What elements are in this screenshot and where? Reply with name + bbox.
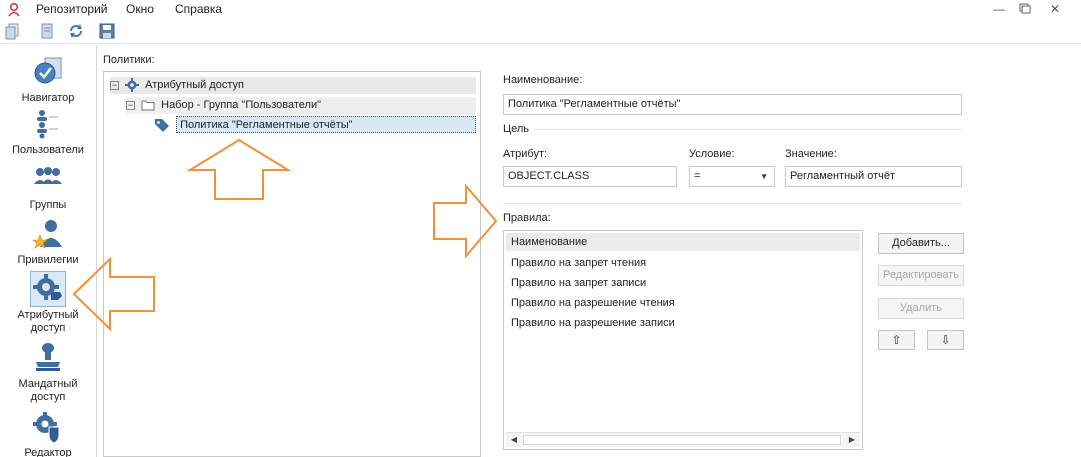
privileges-icon: [32, 220, 62, 249]
condition-value: =: [694, 170, 701, 182]
chevron-down-icon[interactable]: ▼: [760, 167, 768, 186]
copy-document-icon[interactable]: [38, 22, 56, 40]
nav-item-users[interactable]: Пользователи: [2, 107, 94, 157]
policies-label: Политики:: [103, 54, 155, 66]
condition-select[interactable]: = ▼: [689, 166, 775, 187]
tree-node-policy[interactable]: Политика "Регламентные отчёты": [154, 116, 477, 133]
save-icon[interactable]: [98, 22, 116, 40]
highlight-arrow-right: [433, 184, 498, 258]
minimize-icon[interactable]: —: [991, 2, 1007, 16]
nav-label: Навигатор: [21, 92, 75, 104]
name-field[interactable]: Политика "Регламентные отчёты": [503, 94, 962, 115]
gear-icon: [125, 78, 140, 93]
menu-help[interactable]: Справка: [175, 2, 222, 16]
horizontal-scrollbar[interactable]: ◀ ▶: [506, 432, 860, 447]
menu-window[interactable]: Окно: [126, 2, 154, 16]
tree-node-attribute-access[interactable]: − Атрибутный доступ: [110, 77, 476, 94]
scroll-right-icon[interactable]: ▶: [845, 434, 859, 446]
refresh-icon[interactable]: [67, 22, 85, 40]
toolbar: [0, 19, 1081, 44]
folder-icon: [141, 100, 155, 111]
rules-list[interactable]: Наименование Правило на запрет чтения Пр…: [503, 230, 863, 450]
condition-label: Условие:: [689, 148, 735, 160]
policies-tree[interactable]: − Атрибутный доступ − Набор - Группа "По…: [103, 71, 481, 457]
highlight-arrow-up: [187, 138, 291, 200]
nav-item-navigator[interactable]: Навигатор: [2, 55, 94, 105]
name-label: Наименование:: [503, 74, 583, 86]
add-rule-button[interactable]: Добавить...: [878, 233, 964, 254]
move-up-button[interactable]: ⇧: [878, 330, 915, 350]
scroll-thumb[interactable]: [523, 435, 841, 445]
nav-label: Мандатный доступ: [18, 378, 78, 403]
nav-item-groups[interactable]: Группы: [2, 162, 94, 212]
nav-label: Пользователи: [12, 144, 84, 156]
delete-rule-button[interactable]: Удалить: [878, 298, 964, 319]
form-separator: [503, 203, 962, 204]
arrow-down-icon: ⇩: [940, 333, 951, 347]
target-separator: [534, 129, 962, 130]
menu-bar: Репозиторий Окно Справка — ✕: [0, 0, 1081, 19]
target-label: Цель: [503, 123, 530, 135]
list-item[interactable]: Правило на разрешение чтения: [506, 293, 860, 313]
move-down-button[interactable]: ⇩: [927, 330, 964, 350]
arrow-up-icon: ⇧: [891, 333, 902, 347]
nav-item-mandatory-access[interactable]: Мандатный доступ: [2, 341, 94, 404]
value-field[interactable]: Регламентный отчёт: [785, 166, 962, 187]
tree-node-label-selected: Политика "Регламентные отчёты": [176, 116, 477, 133]
collapse-icon[interactable]: −: [126, 100, 135, 110]
nav-label: Группы: [29, 199, 67, 211]
nav-item-editor[interactable]: Редактор: [2, 410, 94, 457]
restore-icon[interactable]: [1016, 2, 1032, 16]
attribute-access-icon: [30, 271, 66, 307]
editor-icon: [33, 412, 60, 444]
rules-column-header[interactable]: Наименование: [506, 233, 860, 251]
users-icon: [37, 110, 58, 139]
app-logo-icon: [8, 2, 20, 17]
tree-node-set[interactable]: − Набор - Группа "Пользователи": [126, 97, 476, 114]
edit-rule-button[interactable]: Редактировать: [878, 265, 964, 286]
nav-label: Редактор: [24, 447, 72, 457]
scroll-left-icon[interactable]: ◀: [507, 434, 521, 446]
value-label: Значение:: [785, 148, 837, 160]
new-document-icon[interactable]: [4, 22, 22, 40]
rules-label: Правила:: [503, 212, 551, 224]
close-icon[interactable]: ✕: [1047, 2, 1063, 16]
attribute-label: Атрибут:: [503, 148, 548, 160]
menu-repository[interactable]: Репозиторий: [36, 2, 108, 16]
groups-icon: [34, 167, 62, 184]
navigator-icon: [34, 57, 62, 84]
list-item[interactable]: Правило на разрешение записи: [506, 313, 860, 333]
tree-node-label: Атрибутный доступ: [145, 79, 244, 91]
highlight-arrow-left: [72, 257, 155, 331]
left-navigation: Навигатор Пользователи Группы Привилегии: [0, 45, 97, 457]
list-item[interactable]: Правило на запрет записи: [506, 273, 860, 293]
list-item[interactable]: Правило на запрет чтения: [506, 253, 860, 273]
mandatory-access-icon: [36, 343, 60, 371]
attribute-field[interactable]: OBJECT.CLASS: [503, 166, 677, 187]
tree-node-label: Набор - Группа "Пользователи": [161, 99, 322, 111]
collapse-icon[interactable]: −: [110, 80, 119, 90]
tag-icon: [155, 119, 169, 133]
